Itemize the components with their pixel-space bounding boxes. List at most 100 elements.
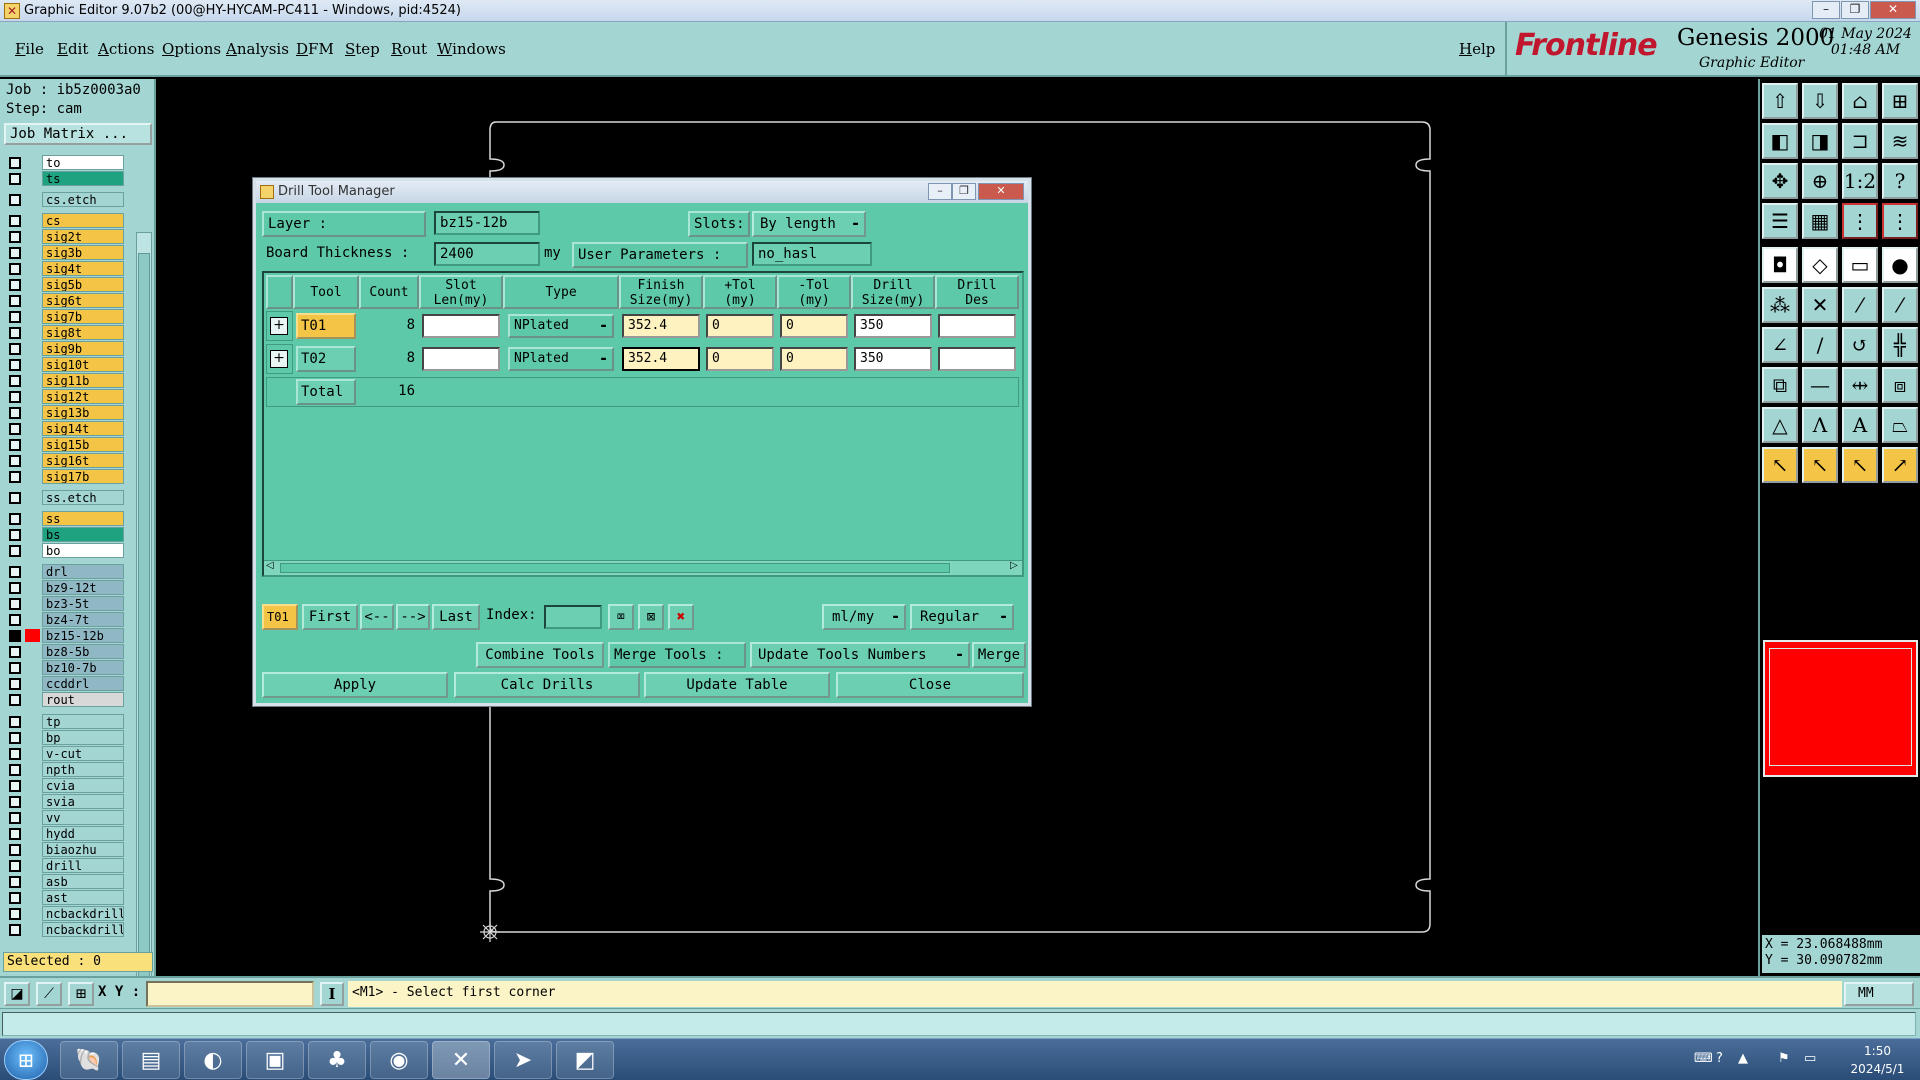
layer-row[interactable]: ss.etch	[4, 490, 124, 505]
letter-a-icon[interactable]: A	[1842, 407, 1878, 443]
layer-checkbox[interactable]	[9, 844, 21, 856]
menu-file[interactable]: File	[15, 40, 44, 58]
layer-row[interactable]: cs	[4, 213, 124, 228]
scroll-right-icon[interactable]: ▷	[1010, 560, 1018, 571]
merge-button[interactable]: Merge	[972, 642, 1026, 668]
column-header-drill-des[interactable]: Drill Des	[935, 275, 1019, 309]
sort-icon[interactable]: ⊠	[638, 604, 664, 630]
layer-checkbox[interactable]	[9, 359, 21, 371]
layer-row[interactable]: ss	[4, 511, 124, 526]
one-to-one-icon[interactable]: 1:2	[1842, 163, 1878, 199]
layer-checkbox[interactable]	[9, 748, 21, 760]
net-select-icon[interactable]: ⋮	[1882, 203, 1918, 239]
layer-checkbox[interactable]	[9, 812, 21, 824]
grid-mode-icon[interactable]: ⊞	[68, 982, 94, 1006]
layer-checkbox[interactable]	[9, 247, 21, 259]
layer-row[interactable]: sig3b	[4, 245, 124, 260]
layer-row[interactable]: sig16t	[4, 453, 124, 468]
layer-name[interactable]: bs	[42, 527, 124, 542]
layer-checkbox[interactable]	[9, 582, 21, 594]
layer-name[interactable]: rout	[42, 692, 124, 707]
layer-checkbox[interactable]	[9, 173, 21, 185]
minus-tol-input[interactable]: 0	[780, 314, 848, 338]
layer-name[interactable]: ss.etch	[42, 490, 124, 505]
snap-icon[interactable]: ⊐	[1842, 123, 1878, 159]
layer-name[interactable]: ncbackdrill-	[42, 906, 124, 921]
scrollbar-thumb[interactable]	[138, 253, 150, 993]
layer-name[interactable]: sig8t	[42, 325, 124, 340]
net-icon[interactable]: ⋮	[1842, 203, 1878, 239]
job-matrix-button[interactable]: Job Matrix ...	[4, 123, 152, 145]
layer-name[interactable]: sig12t	[42, 389, 124, 404]
layer-row[interactable]: sig7b	[4, 309, 124, 324]
menu-edit[interactable]: Edit	[57, 40, 88, 58]
dash-icon[interactable]: —	[1802, 367, 1838, 403]
combine-tools-button[interactable]: Combine Tools	[476, 642, 604, 668]
layer-checkbox[interactable]	[9, 566, 21, 578]
help-tray-icon[interactable]: ?	[1716, 1051, 1723, 1066]
layer-name[interactable]: biaozhu	[42, 842, 124, 857]
select-path-icon[interactable]: ↗	[1882, 447, 1918, 483]
taskbar-app-icon[interactable]: ♣	[308, 1041, 366, 1079]
layer-name[interactable]: sig14t	[42, 421, 124, 436]
layer-checkbox[interactable]	[9, 194, 21, 206]
text-cursor-icon[interactable]: I	[320, 982, 344, 1006]
layer-checkbox[interactable]	[9, 492, 21, 504]
slash-icon[interactable]: /	[1802, 327, 1838, 363]
layer-row[interactable]: sig12t	[4, 389, 124, 404]
layer-checkbox[interactable]	[9, 471, 21, 483]
layer-name[interactable]: svia	[42, 794, 124, 809]
windows-start-icon[interactable]: ⊞	[4, 1040, 48, 1080]
stretch-icon[interactable]: ⇹	[1842, 367, 1878, 403]
peak-icon[interactable]: Λ	[1802, 407, 1838, 443]
layer-row[interactable]: drl	[4, 564, 124, 579]
cross-icon[interactable]: ✕	[1802, 287, 1838, 323]
layer-row[interactable]: sig5b	[4, 277, 124, 292]
dialog-minimize-icon[interactable]: –	[928, 183, 952, 200]
layer-name[interactable]: v-cut	[42, 746, 124, 761]
type-select[interactable]: NPlated	[508, 347, 614, 371]
regular-mode-select[interactable]: Regular	[910, 604, 1014, 630]
layer-name[interactable]: cs.etch	[42, 192, 124, 207]
last-button[interactable]: Last	[432, 604, 480, 630]
layer-row[interactable]: vv	[4, 810, 124, 825]
drill-size-input[interactable]: 350	[854, 314, 932, 338]
layer-checkbox[interactable]	[9, 391, 21, 403]
select-pointer-icon[interactable]: ↖	[1802, 447, 1838, 483]
layer-row[interactable]: sig14t	[4, 421, 124, 436]
layer-checkbox[interactable]	[9, 545, 21, 557]
column-header-type[interactable]: Type	[503, 275, 619, 309]
dialog-title-bar[interactable]: Drill Tool Manager – ❐ ✕	[256, 181, 1028, 203]
layer-name[interactable]: sig16t	[42, 453, 124, 468]
layer-name[interactable]: ts	[42, 171, 124, 186]
column-header-plus-tol[interactable]: +Tol (my)	[703, 275, 777, 309]
layer-checkbox[interactable]	[9, 678, 21, 690]
grid-icon[interactable]: ▦	[1802, 203, 1838, 239]
camera-icon[interactable]: ◘	[1762, 247, 1798, 283]
menu-analysis[interactable]: Analysis	[226, 40, 289, 58]
layer-name[interactable]: sig13b	[42, 405, 124, 420]
arc-icon[interactable]: ↺	[1842, 327, 1878, 363]
expand-icon[interactable]: +	[270, 317, 288, 335]
layer-checkbox[interactable]	[9, 876, 21, 888]
layer-row[interactable]: to	[4, 155, 124, 170]
delete-icon[interactable]: ✖	[668, 604, 694, 630]
board-thickness-input[interactable]: 2400	[434, 242, 540, 266]
layer-checkbox[interactable]	[9, 694, 21, 706]
layer-name[interactable]: sig6t	[42, 293, 124, 308]
chevron-up-icon[interactable]: ▲	[1738, 1051, 1748, 1066]
triangle-icon[interactable]: △	[1762, 407, 1798, 443]
layer-name[interactable]: asb	[42, 874, 124, 889]
grid-split-icon[interactable]: ⊞	[1882, 83, 1918, 119]
layer-checkbox[interactable]	[9, 529, 21, 541]
layer-row[interactable]: cs.etch	[4, 192, 124, 207]
layer-checkbox[interactable]	[9, 598, 21, 610]
layer-name[interactable]: sig17b	[42, 469, 124, 484]
trapezoid-icon[interactable]: ⏢	[1882, 407, 1918, 443]
update-table-button[interactable]: Update Table	[644, 672, 830, 698]
layer-row[interactable]: bz4-7t	[4, 612, 124, 627]
taskbar-genesis-icon[interactable]: ✕	[432, 1041, 490, 1079]
column-header-finish-size[interactable]: Finish Size(my)	[619, 275, 703, 309]
layer-name[interactable]: bo	[42, 543, 124, 558]
layer-row[interactable]: hydd	[4, 826, 124, 841]
